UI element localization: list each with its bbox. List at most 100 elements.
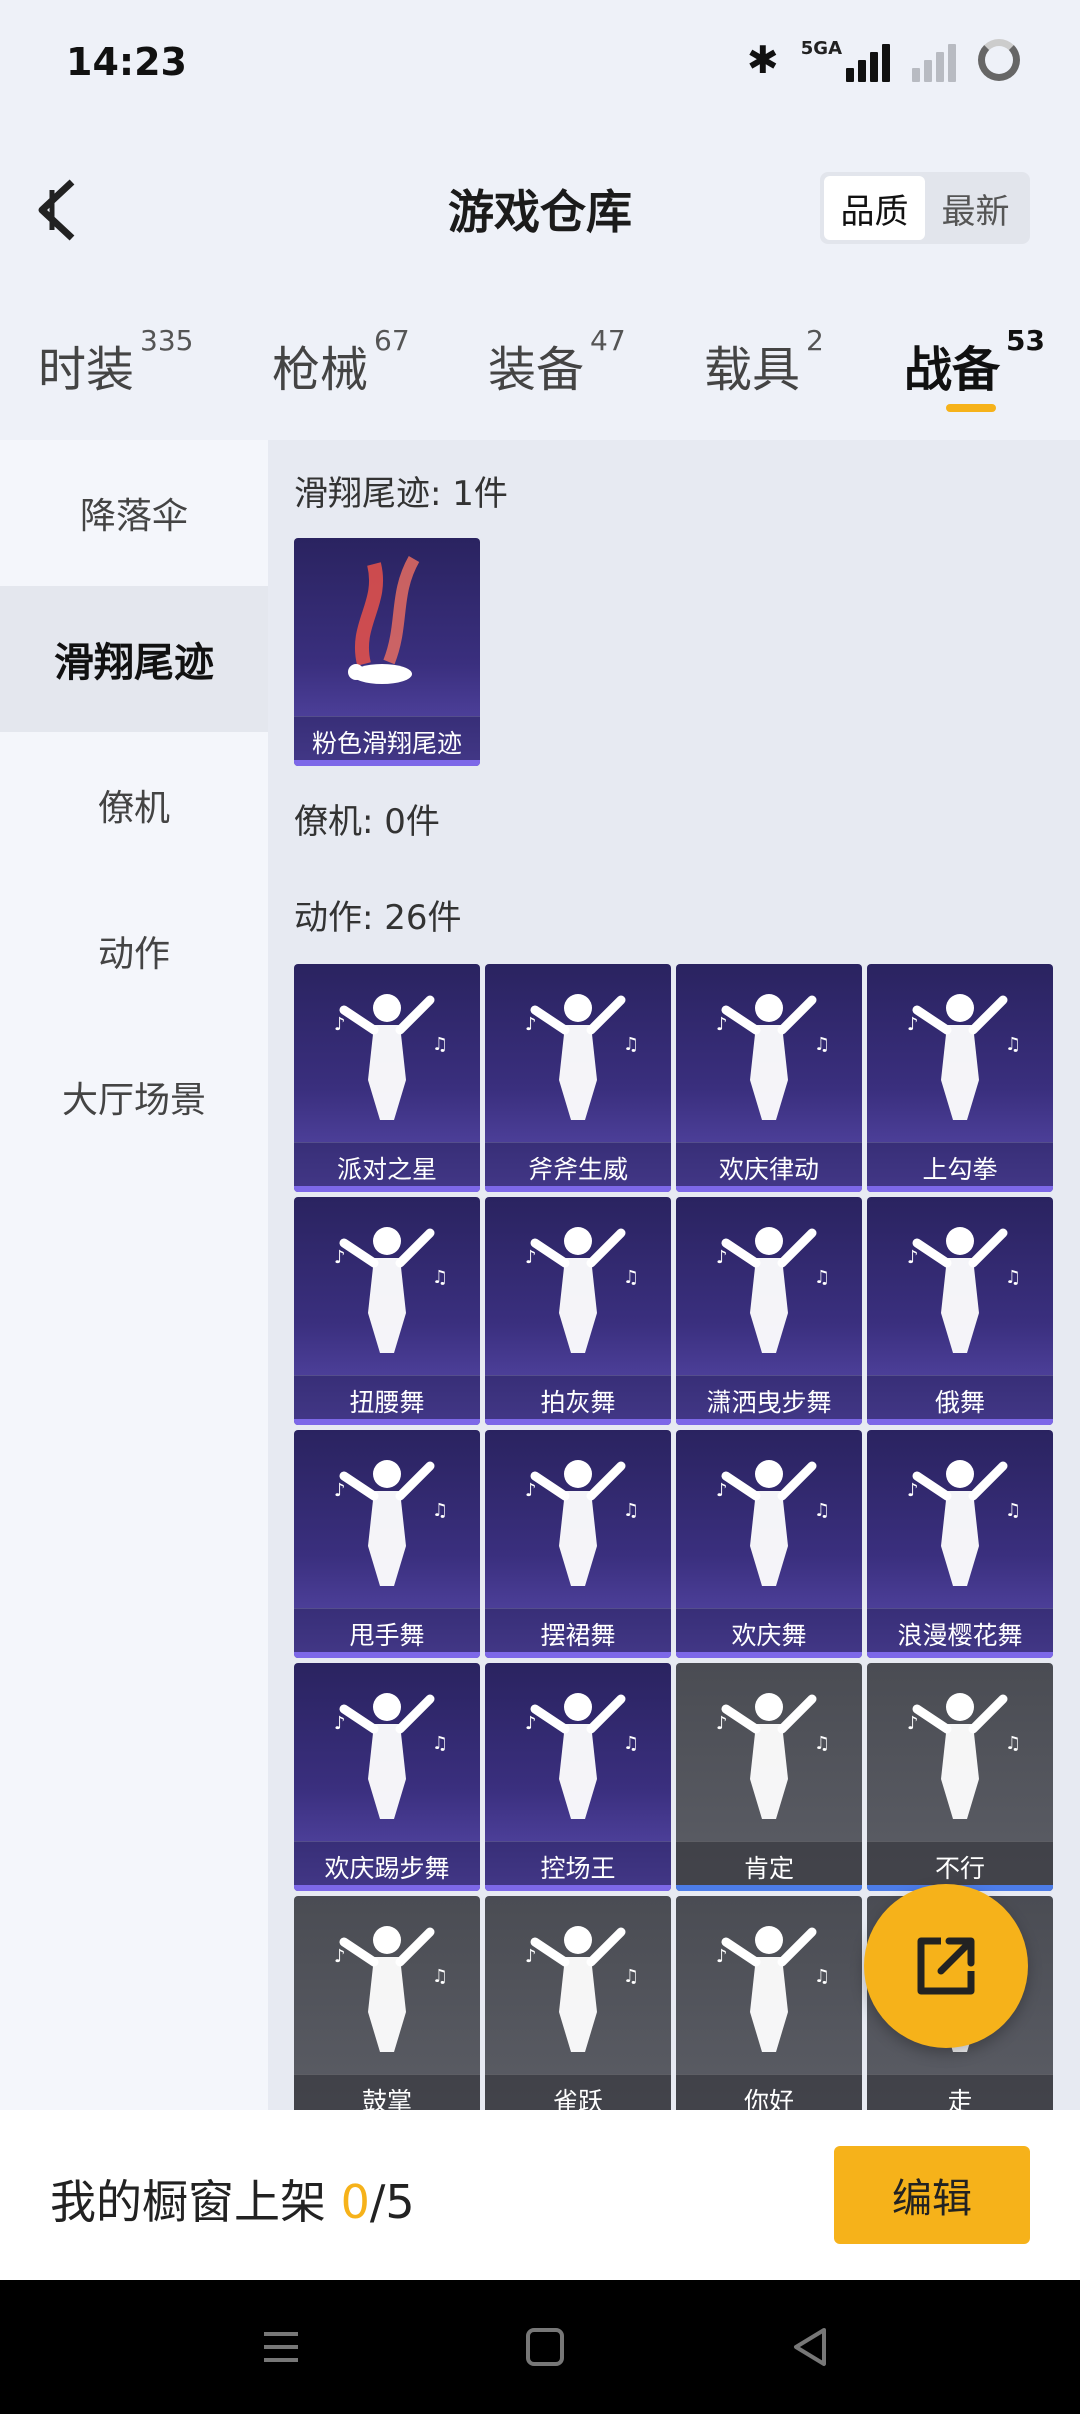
action-label: 上勾拳 — [867, 1142, 1053, 1192]
dancer-figure-icon: ♪♫ — [525, 1693, 639, 1819]
svg-text:♫: ♫ — [432, 1966, 448, 1987]
action-card[interactable]: ♪ ♫ 扭腰舞 — [294, 1197, 480, 1425]
action-label: 欢庆舞 — [676, 1608, 862, 1658]
network-type-label: 5GA — [800, 38, 842, 59]
svg-text:♪: ♪ — [716, 1014, 728, 1035]
action-card[interactable]: ♪ ♫ 甩手舞 — [294, 1430, 480, 1658]
sidebar-item-wingman[interactable]: 僚机 — [0, 732, 268, 878]
svg-text:♪: ♪ — [716, 1247, 728, 1268]
action-card[interactable]: ♪ ♫ 拍灰舞 — [485, 1197, 671, 1425]
svg-text:♪: ♪ — [334, 1247, 346, 1268]
svg-text:♫: ♫ — [1005, 1034, 1021, 1055]
svg-text:♫: ♫ — [1005, 1733, 1021, 1754]
action-card[interactable]: ♪ ♫ 雀跃 — [485, 1896, 671, 2110]
share-fab[interactable] — [864, 1884, 1028, 2048]
rarity-strip — [676, 1885, 862, 1891]
menu-icon[interactable] — [256, 2322, 306, 2372]
dancer-figure-icon: ♪♫ — [525, 1460, 639, 1586]
action-label: 摆裙舞 — [485, 1608, 671, 1658]
svg-text:♪: ♪ — [334, 1713, 346, 1734]
action-label: 扭腰舞 — [294, 1375, 480, 1425]
dancer-figure-icon: ♪♫ — [716, 1693, 830, 1819]
section-title-glide-trail: 滑翔尾迹: 1件 — [294, 474, 508, 514]
svg-text:♪: ♪ — [716, 1713, 728, 1734]
sidebar-item-parachute[interactable]: 降落伞 — [0, 440, 268, 586]
dancer-figure-icon: ♪♫ — [907, 1460, 1021, 1586]
rarity-strip — [867, 1419, 1053, 1425]
sidebar-item-actions[interactable]: 动作 — [0, 878, 268, 1024]
sort-toggle: 品质 最新 — [820, 172, 1030, 244]
dancer-figure-icon: ♪♫ — [716, 994, 830, 1120]
home-icon[interactable] — [520, 2322, 570, 2372]
dancer-figure-icon: ♪♫ — [334, 1926, 448, 2052]
rarity-strip — [485, 1186, 671, 1192]
svg-text:♪: ♪ — [525, 1713, 537, 1734]
signal-5g-icon: 5GA — [801, 38, 890, 82]
action-card[interactable]: ♪ ♫ 肯定 — [676, 1663, 862, 1891]
action-label: 你好 — [676, 2074, 862, 2110]
action-card[interactable]: ♪ ♫ 浪漫樱花舞 — [867, 1430, 1053, 1658]
sort-quality-button[interactable]: 品质 — [824, 176, 925, 240]
action-card[interactable]: ♪ ♫ 潇洒曳步舞 — [676, 1197, 862, 1425]
svg-text:♪: ♪ — [907, 1480, 919, 1501]
svg-text:♪: ♪ — [334, 1946, 346, 1967]
action-label: 欢庆踢步舞 — [294, 1841, 480, 1891]
svg-text:♫: ♫ — [623, 1034, 639, 1055]
edit-button[interactable]: 编辑 — [834, 2146, 1030, 2244]
svg-text:♫: ♫ — [623, 1966, 639, 1987]
rarity-strip — [294, 1652, 480, 1658]
tab-battle-prep[interactable]: 战备53 — [904, 324, 1045, 400]
system-nav-bar — [0, 2280, 1080, 2414]
sidebar-item-glide-trail[interactable]: 滑翔尾迹 — [0, 586, 268, 732]
svg-text:♫: ♫ — [432, 1733, 448, 1754]
action-label: 拍灰舞 — [485, 1375, 671, 1425]
item-card[interactable]: 粉色滑翔尾迹 — [294, 538, 480, 766]
action-card[interactable]: ♪ ♫ 欢庆踢步舞 — [294, 1663, 480, 1891]
dancer-figure-icon: ♪♫ — [525, 1926, 639, 2052]
rarity-strip — [676, 1419, 862, 1425]
dancer-figure-icon: ♪♫ — [525, 1227, 639, 1353]
action-card[interactable]: ♪ ♫ 不行 — [867, 1663, 1053, 1891]
tab-weapons[interactable]: 枪械67 — [272, 324, 410, 400]
action-card[interactable]: ♪ ♫ 你好 — [676, 1896, 862, 2110]
signal-no-sim-icon — [912, 38, 956, 82]
action-card[interactable]: ♪ ♫ 鼓掌 — [294, 1896, 480, 2110]
category-tabs: 时装335 枪械67 装备47 载具2 战备53 — [0, 320, 1080, 420]
action-card[interactable]: ♪ ♫ 俄舞 — [867, 1197, 1053, 1425]
action-card[interactable]: ♪ ♫ 斧斧生威 — [485, 964, 671, 1192]
svg-text:♫: ♫ — [1005, 1500, 1021, 1521]
svg-text:♪: ♪ — [525, 1014, 537, 1035]
action-label: 潇洒曳步舞 — [676, 1375, 862, 1425]
svg-text:♫: ♫ — [1005, 1267, 1021, 1288]
rarity-strip — [294, 1186, 480, 1192]
content-area: 滑翔尾迹: 1件 粉色滑翔尾迹 僚机: 0件 动作: 26件 ♪ ♫ 派对之星 ♪ ♫ 斧… — [268, 440, 1080, 2110]
showcase-bar: 我的橱窗上架 0/5 编辑 — [0, 2110, 1080, 2280]
dancer-figure-icon: ♪♫ — [334, 1693, 448, 1819]
rarity-strip — [676, 1652, 862, 1658]
sort-latest-button[interactable]: 最新 — [925, 176, 1026, 240]
tab-vehicles[interactable]: 载具2 — [704, 324, 824, 400]
tab-fashion[interactable]: 时装335 — [38, 324, 193, 400]
action-card[interactable]: ♪ ♫ 摆裙舞 — [485, 1430, 671, 1658]
action-card[interactable]: ♪ ♫ 控场王 — [485, 1663, 671, 1891]
action-card[interactable]: ♪ ♫ 欢庆舞 — [676, 1430, 862, 1658]
action-card[interactable]: ♪ ♫ 上勾拳 — [867, 964, 1053, 1192]
external-link-icon — [917, 1937, 975, 1995]
section-title-actions: 动作: 26件 — [294, 898, 462, 938]
back-nav-icon[interactable] — [786, 2322, 836, 2372]
showcase-status: 我的橱窗上架 0/5 — [50, 2175, 415, 2229]
tab-equipment[interactable]: 装备47 — [488, 324, 626, 400]
dancer-figure-icon: ♪♫ — [525, 994, 639, 1120]
svg-text:♫: ♫ — [623, 1267, 639, 1288]
dancer-figure-icon: ♪♫ — [334, 1460, 448, 1586]
sidebar-item-lobby-scene[interactable]: 大厅场景 — [0, 1024, 268, 1170]
action-card[interactable]: ♪ ♫ 派对之星 — [294, 964, 480, 1192]
action-card[interactable]: ♪ ♫ 欢庆律动 — [676, 964, 862, 1192]
action-label: 雀跃 — [485, 2074, 671, 2110]
status-bar: 14:23 ✱ 5GA — [0, 0, 1080, 130]
rarity-strip — [294, 1419, 480, 1425]
rarity-strip — [294, 1885, 480, 1891]
action-label: 俄舞 — [867, 1375, 1053, 1425]
dancer-figure-icon: ♪♫ — [907, 1693, 1021, 1819]
dancer-figure-icon: ♪♫ — [716, 1227, 830, 1353]
